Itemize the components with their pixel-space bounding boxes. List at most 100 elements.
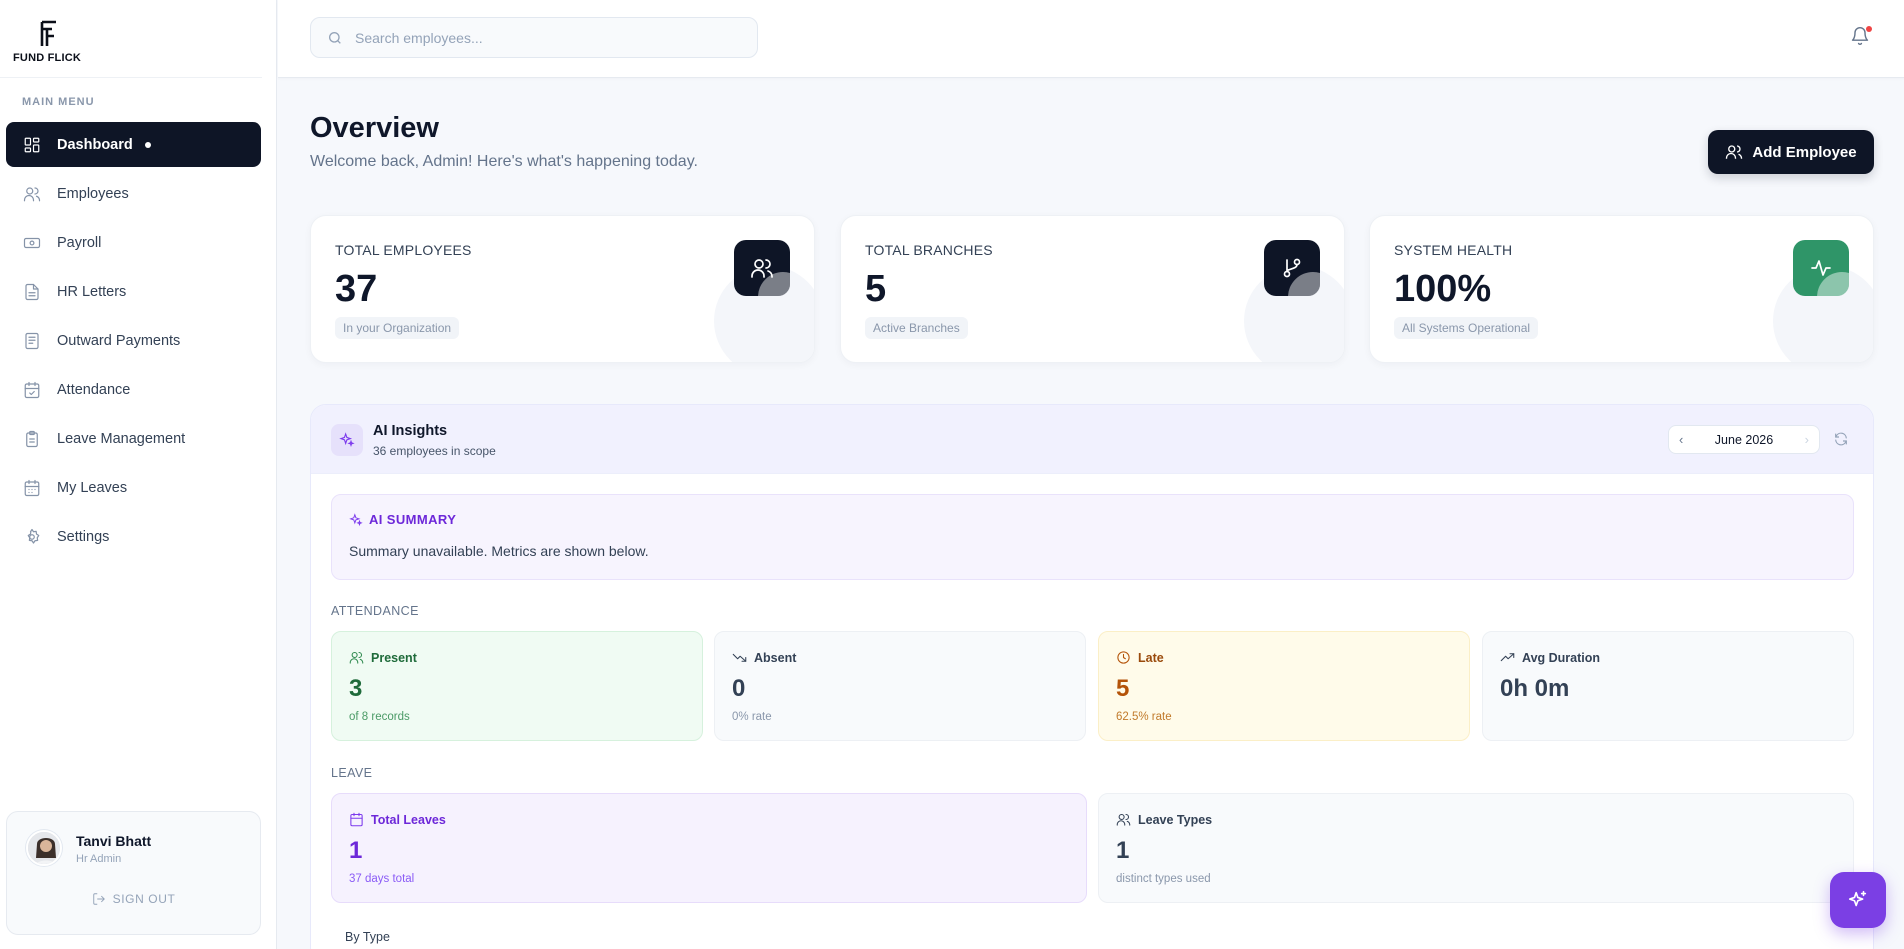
add-employee-button[interactable]: Add Employee	[1708, 130, 1874, 174]
metric-label: Absent	[754, 650, 797, 665]
metric-card-avg-duration: Avg Duration 0h 0m	[1482, 631, 1854, 741]
sidebar-item-label: Settings	[57, 528, 110, 545]
metric-note: 0% rate	[732, 711, 772, 723]
metric-card-late: Late 5 62.5% rate	[1098, 631, 1470, 741]
users-icon	[751, 259, 773, 278]
metric-header: Absent	[732, 650, 796, 665]
metric-label: Leave Types	[1138, 812, 1213, 827]
page-subtitle: Welcome back, Admin! Here's what's happe…	[310, 153, 698, 170]
sidebar-item-label: HR Letters	[57, 283, 127, 300]
clock-icon	[1117, 651, 1130, 664]
sidebar-item-settings[interactable]: Settings	[6, 514, 261, 559]
metric-label: Avg Duration	[1522, 650, 1601, 665]
sidebar-item-hr-letters[interactable]: HR Letters	[6, 269, 261, 314]
ai-insights-title: AI Insights	[373, 423, 448, 439]
logout-icon	[92, 893, 105, 905]
ai-insights-header: AI Insights 36 employees in scope ‹ June…	[311, 405, 1873, 474]
prev-month-button[interactable]: ‹	[1679, 432, 1683, 447]
ai-summary-title: AI SUMMARY	[349, 512, 456, 527]
banknote-icon	[22, 233, 42, 253]
dashboard-grid-icon	[22, 135, 42, 155]
refresh-icon	[1835, 432, 1847, 446]
by-type-label: By Type	[345, 930, 390, 944]
main-nav: Dashboard Employees Payroll HR Letters O…	[6, 122, 261, 563]
stat-note: All Systems Operational	[1394, 317, 1539, 339]
metric-header: Present	[349, 650, 417, 665]
ai-summary-box: AI SUMMARY Summary unavailable. Metrics …	[331, 494, 1854, 580]
stat-note: Active Branches	[865, 317, 968, 339]
search-input[interactable]	[355, 29, 735, 46]
ai-summary-text: Summary unavailable. Metrics are shown b…	[349, 543, 649, 559]
metric-value: 1	[1116, 837, 1130, 864]
sidebar-item-my-leaves[interactable]: My Leaves	[6, 465, 261, 510]
refresh-button[interactable]	[1833, 431, 1850, 448]
sidebar-item-label: Payroll	[57, 234, 102, 251]
stat-value: 100%	[1394, 268, 1492, 310]
user-name: Tanvi Bhatt	[76, 833, 152, 849]
sidebar-item-leave-management[interactable]: Leave Management	[6, 416, 261, 461]
sidebar-item-payroll[interactable]: Payroll	[6, 220, 261, 265]
stat-value: 5	[865, 268, 887, 310]
next-month-button[interactable]: ›	[1805, 432, 1809, 447]
divider	[0, 77, 262, 78]
metric-card-present: Present 3 of 8 records	[331, 631, 703, 741]
metric-header: Leave Types	[1116, 812, 1212, 827]
trending-up-icon	[1500, 653, 1515, 662]
sparkles-icon	[349, 512, 363, 526]
metric-value: 0	[732, 675, 746, 702]
calendar-icon	[22, 478, 42, 498]
document-icon	[22, 282, 42, 302]
metric-value: 5	[1116, 675, 1130, 702]
clipboard-icon	[22, 429, 42, 449]
metric-card-leave-types: Leave Types 1 distinct types used	[1098, 793, 1854, 903]
ai-insights-panel: AI Insights 36 employees in scope ‹ June…	[310, 404, 1874, 949]
metric-card-absent: Absent 0 0% rate	[714, 631, 1086, 741]
calendar-check-icon	[22, 380, 42, 400]
stat-label: TOTAL EMPLOYEES	[335, 242, 472, 258]
avatar[interactable]	[26, 830, 62, 866]
sidebar-item-label: My Leaves	[57, 479, 128, 496]
metric-value: 1	[349, 837, 363, 864]
metric-note: 62.5% rate	[1116, 711, 1172, 723]
month-selector: ‹ June 2026 ›	[1668, 425, 1820, 454]
calendar-icon	[350, 812, 363, 827]
fund-flick-logo[interactable]: FUND FLICK	[13, 20, 85, 64]
search-box[interactable]	[310, 17, 758, 58]
ai-assistant-button[interactable]	[1830, 872, 1886, 928]
sign-out-button[interactable]: SIGN OUT	[7, 892, 260, 906]
sidebar-item-label: Attendance	[57, 381, 131, 398]
sidebar-item-outward-payments[interactable]: Outward Payments	[6, 318, 261, 363]
user-card: Tanvi Bhatt Hr Admin SIGN OUT	[6, 811, 261, 935]
metric-header: Avg Duration	[1500, 650, 1600, 665]
users-icon	[1116, 813, 1131, 826]
add-employee-label: Add Employee	[1752, 143, 1857, 161]
stat-value: 37	[335, 268, 378, 310]
metric-value: 3	[349, 675, 363, 702]
sidebar-item-dashboard[interactable]: Dashboard	[6, 122, 261, 167]
attendance-section-label: ATTENDANCE	[331, 604, 419, 618]
metric-label: Late	[1138, 650, 1164, 665]
stat-note: In your Organization	[335, 317, 460, 339]
notifications-button[interactable]	[1850, 26, 1872, 50]
sparkles-icon	[331, 424, 363, 456]
main-menu-title: MAIN MENU	[22, 96, 95, 108]
logo-mark-icon	[40, 20, 56, 46]
stat-card-total-branches: TOTAL BRANCHES 5 Active Branches	[840, 215, 1345, 363]
metric-label: Total Leaves	[371, 812, 446, 827]
topbar	[278, 0, 1904, 78]
stat-icon-box	[734, 240, 790, 296]
avatar-image	[28, 832, 60, 864]
search-icon	[329, 31, 341, 44]
users-icon	[349, 651, 364, 664]
sidebar-item-label: Employees	[57, 185, 129, 202]
brand-name: FUND FLICK	[13, 52, 81, 64]
sidebar-item-attendance[interactable]: Attendance	[6, 367, 261, 412]
activity-icon	[1811, 260, 1831, 276]
stat-icon-box	[1793, 240, 1849, 296]
sidebar: FUND FLICK MAIN MENU Dashboard Employees…	[0, 0, 277, 949]
metric-card-total-leaves: Total Leaves 1 37 days total	[331, 793, 1087, 903]
sidebar-item-label: Outward Payments	[57, 332, 181, 349]
stat-card-system-health: SYSTEM HEALTH 100% All Systems Operation…	[1369, 215, 1874, 363]
sidebar-item-employees[interactable]: Employees	[6, 171, 261, 216]
gear-icon	[22, 527, 42, 547]
